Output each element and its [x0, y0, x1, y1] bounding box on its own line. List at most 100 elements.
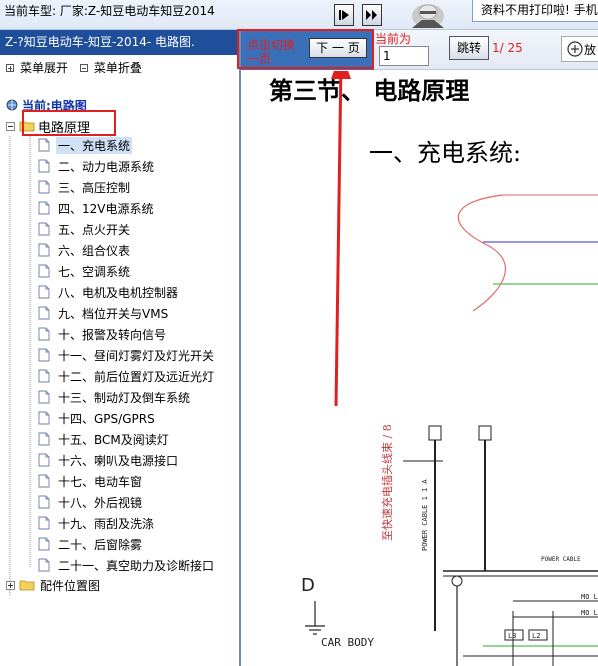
collapse-node-icon[interactable]	[6, 121, 15, 131]
next-pane-button[interactable]	[362, 4, 382, 26]
tree-item[interactable]: 二十、后窗除雾	[38, 535, 144, 553]
tree-item[interactable]: 十一、昼间灯雾灯及灯光开关	[38, 346, 216, 364]
page-icon	[38, 453, 50, 467]
tree-item[interactable]: 一、充电系统	[38, 136, 133, 154]
diagram-rotated-label: 至快速充电插头线束 / 8	[380, 424, 394, 541]
tree-item[interactable]: 十三、制动灯及倒车系统	[38, 388, 192, 406]
zoom-label: 放	[584, 42, 597, 57]
diagram-mo-label-1: MO L	[581, 593, 598, 601]
tree-item[interactable]: 十七、电动车窗	[38, 472, 144, 490]
page-icon	[38, 432, 50, 446]
expand-all-button[interactable]: 菜单展开	[6, 59, 68, 76]
page-icon	[38, 516, 50, 530]
page-icon	[38, 474, 50, 488]
prev-pane-button[interactable]	[334, 4, 354, 26]
folder-closed-icon	[19, 580, 35, 591]
tree-item-label: 十八、外后视镜	[58, 495, 143, 510]
expand-node-icon[interactable]	[6, 580, 15, 590]
diagram-l3-label: L3	[508, 632, 516, 640]
tree-item[interactable]: 七、空调系统	[38, 262, 132, 280]
page-icon	[38, 558, 50, 572]
tree-item[interactable]: 十九、雨刮及洗涤	[38, 514, 156, 532]
top-bar: 当前车型: 厂家:Z-知豆电动车知豆2014 资料不用打印啦! 手机	[0, 0, 598, 30]
page-icon	[38, 390, 50, 404]
tree-item[interactable]: 十四、GPS/GPRS	[38, 409, 157, 427]
jump-button[interactable]: 跳转	[449, 36, 489, 60]
zoom-in-button[interactable]: 放	[561, 36, 598, 62]
page-icon	[38, 306, 50, 320]
tree-item[interactable]: 十五、BCM及阅读灯	[38, 430, 171, 448]
tree-item-label: 十九、雨刮及洗涤	[58, 516, 155, 531]
tree-item-label: 十五、BCM及阅读灯	[58, 432, 169, 447]
annotation-box-toolbar	[237, 29, 374, 69]
diagram-car-body-label: CAR BODY	[321, 636, 374, 649]
tree-item[interactable]: 十六、喇叭及电源接口	[38, 451, 180, 469]
zoom-in-icon	[567, 41, 583, 57]
tree-item-label: 二十一、真空助力及诊断接口	[58, 558, 215, 573]
tree-item-label: 十二、前后位置灯及远近光灯	[58, 369, 215, 384]
page-count: 1/ 25	[492, 41, 523, 55]
double-arrow-icon	[366, 10, 377, 20]
page-icon	[38, 411, 50, 425]
expand-icon	[6, 63, 14, 72]
collapse-all-label: 菜单折叠	[93, 61, 142, 75]
page-icon	[38, 495, 50, 509]
diagram-d-label: D	[301, 575, 315, 596]
tree-item[interactable]: 四、12V电源系统	[38, 199, 155, 217]
globe-icon	[6, 99, 18, 111]
page-icon	[38, 264, 50, 278]
page-toolbar: 点击切换 一页 下 一 页 当前为 1 跳转 1/ 25 放	[237, 29, 598, 70]
tree-item[interactable]: 二十一、真空助力及诊断接口	[38, 556, 216, 574]
page-icon	[38, 159, 50, 173]
tree-item-label: 十四、GPS/GPRS	[58, 411, 155, 426]
document-view[interactable]: 第三节、 电路原理 一、充电系统: 至快速充电插头线束 / 8 POWER CA…	[243, 71, 598, 666]
page-icon	[38, 138, 50, 152]
menu-controls: 菜单展开 菜单折叠	[6, 59, 150, 75]
page-icon	[38, 222, 50, 236]
tree-item-label: 十、报警及转向信号	[58, 327, 167, 342]
page-icon	[38, 201, 50, 215]
diagram-l2-label: L2	[532, 632, 540, 640]
tree-item[interactable]: 九、档位开关与VMS	[38, 304, 170, 322]
tree-root-parts-location[interactable]: 配件位置图	[6, 576, 102, 594]
tree-item-label: 四、12V电源系统	[58, 201, 154, 216]
tree-item-label: 三、高压控制	[58, 180, 131, 195]
page-number-input[interactable]: 1	[379, 46, 429, 66]
page-icon	[38, 243, 50, 257]
ad-banner[interactable]: 资料不用打印啦! 手机	[472, 0, 598, 22]
tree-item-label: 二、动力电源系统	[58, 159, 155, 174]
circuit-diagram: 至快速充电插头线束 / 8 POWER CABLE 1 1 A POWER CA…	[301, 71, 598, 666]
tree-item[interactable]: 十二、前后位置灯及远近光灯	[38, 367, 216, 385]
tree-item-label: 六、组合仪表	[58, 243, 131, 258]
collapse-icon	[79, 63, 88, 72]
expand-all-label: 菜单展开	[20, 61, 69, 75]
tree-item-label: 五、点火开关	[58, 222, 131, 237]
page-icon	[38, 369, 50, 383]
tree-item[interactable]: 二、动力电源系统	[38, 157, 156, 175]
page-icon	[38, 180, 50, 194]
tree-item[interactable]: 五、点火开关	[38, 220, 132, 238]
page-icon	[38, 537, 50, 551]
navigation-panel: Z-?知豆电动车-知豆-2014- 电路图. 菜单展开 菜单折叠 当前:电路图 …	[0, 30, 241, 666]
diagram-power-cable-label: POWER CABLE 1 1 A	[421, 479, 429, 551]
tree-item-label: 十七、电动车窗	[58, 474, 143, 489]
tree-item-label: 二十、后窗除雾	[58, 537, 143, 552]
tree-item-label: 十六、喇叭及电源接口	[58, 453, 179, 468]
document-title-bar: Z-?知豆电动车-知豆-2014- 电路图.	[0, 30, 238, 55]
tree-item[interactable]: 六、组合仪表	[38, 241, 132, 259]
tree-item[interactable]: 十八、外后视镜	[38, 493, 144, 511]
page-icon	[38, 285, 50, 299]
tree-item[interactable]: 三、高压控制	[38, 178, 132, 196]
tree-item-label: 一、充电系统	[56, 136, 133, 154]
tree-item-label: 十一、昼间灯雾灯及灯光开关	[58, 348, 215, 363]
collapse-all-button[interactable]: 菜单折叠	[79, 59, 142, 76]
page-icon	[38, 327, 50, 341]
tree-item[interactable]: 八、电机及电机控制器	[38, 283, 180, 301]
page-icon	[38, 348, 50, 362]
mascot-figure-icon	[412, 4, 444, 28]
tree-item-label: 八、电机及电机控制器	[58, 285, 179, 300]
diagram-mo-label-2: MO L	[581, 609, 598, 617]
tree-item-label: 配件位置图	[40, 578, 101, 593]
tree-item[interactable]: 十、报警及转向信号	[38, 325, 168, 343]
tree-item-label: 十三、制动灯及倒车系统	[58, 390, 191, 405]
